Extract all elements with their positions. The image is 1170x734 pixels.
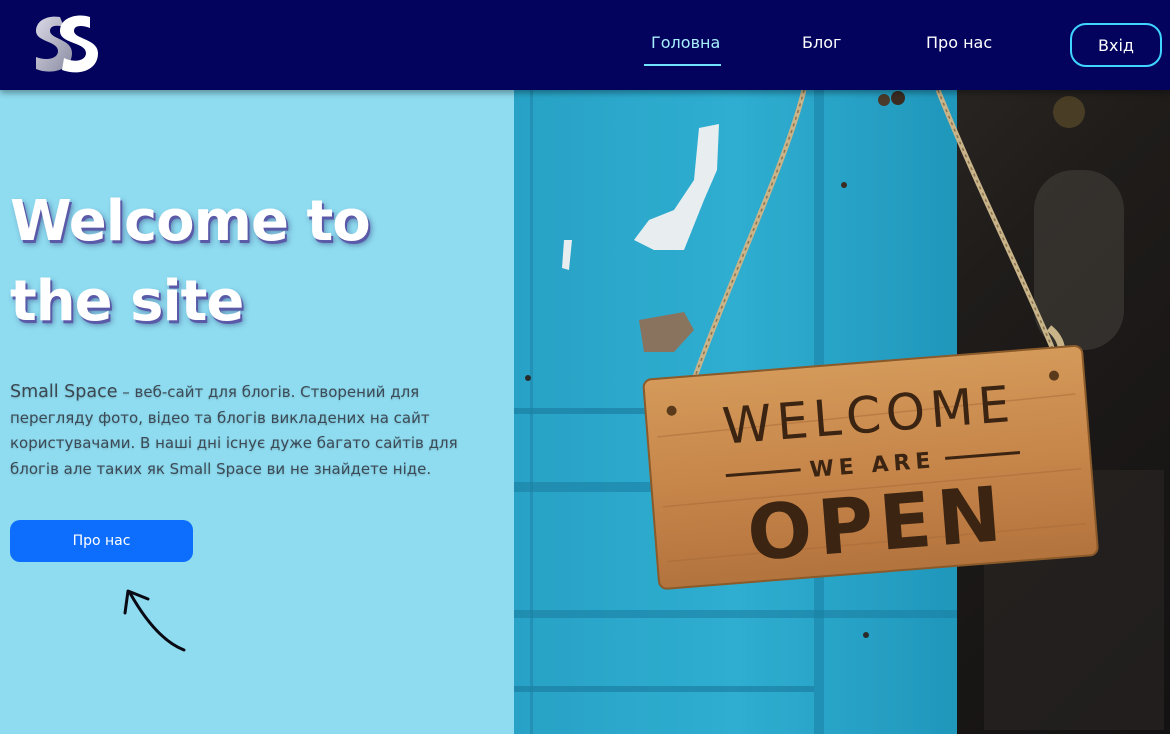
- hero-title: Welcome to the site: [10, 182, 510, 342]
- hero-title-line2: the site: [10, 269, 244, 334]
- nav-blog[interactable]: Блог: [802, 33, 841, 52]
- nav-home[interactable]: Головна: [651, 33, 720, 52]
- nav-active-underline: [644, 64, 721, 66]
- about-button[interactable]: Про нас: [10, 520, 193, 562]
- nav-about[interactable]: Про нас: [926, 33, 992, 52]
- site-header: Головна Блог Про нас Вхід: [0, 0, 1170, 90]
- ss-logo-icon[interactable]: [30, 11, 100, 77]
- hero-photo: WELCOME WE ARE OPEN: [514, 90, 1170, 734]
- hero-section: Welcome to the site Small Space – веб-са…: [0, 90, 514, 734]
- open-sign-photo: WELCOME WE ARE OPEN: [514, 90, 1170, 734]
- login-button[interactable]: Вхід: [1070, 23, 1162, 67]
- curved-arrow-icon: [123, 589, 186, 652]
- brand-name: Small Space: [10, 382, 118, 402]
- hero-title-line1: Welcome to: [10, 189, 371, 254]
- hero-description: Small Space – веб-сайт для блогів. Створ…: [10, 380, 480, 482]
